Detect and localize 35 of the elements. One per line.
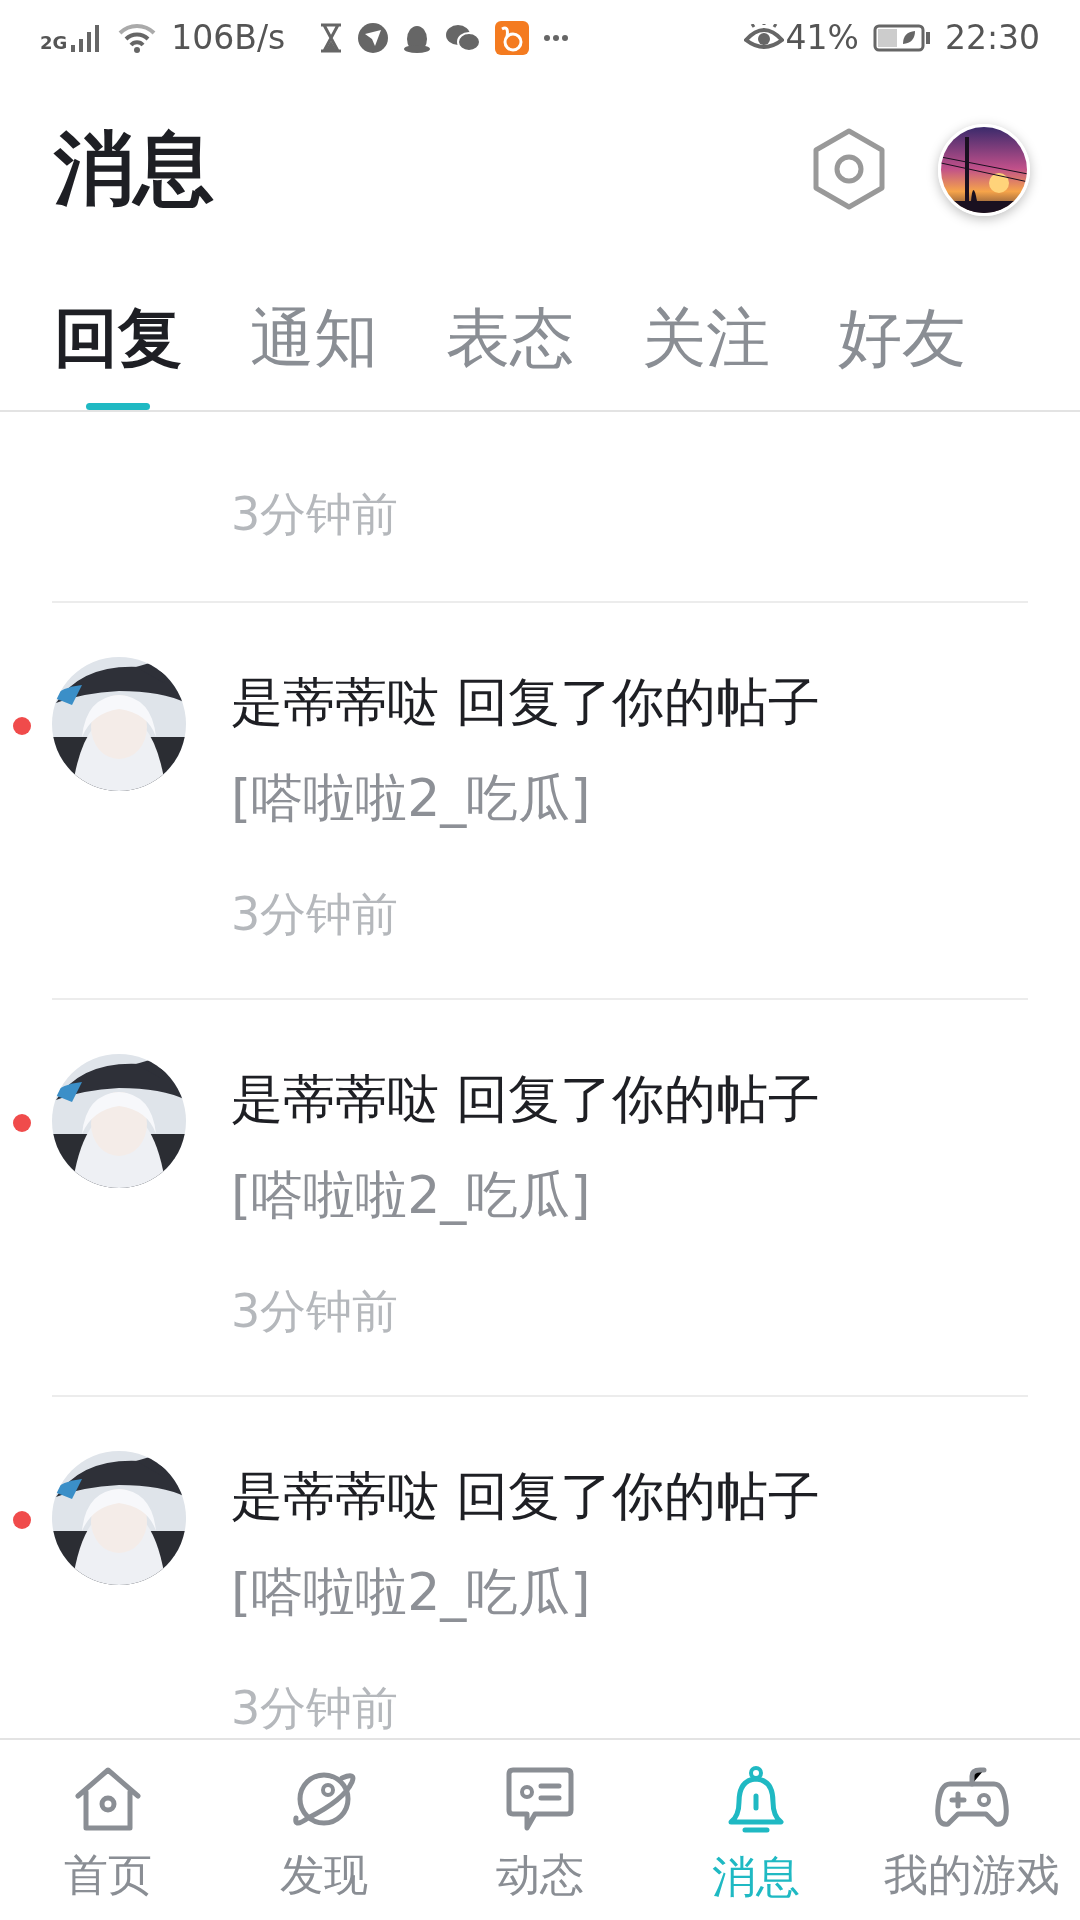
message-preview: [嗒啦啦2_吃瓜] (231, 767, 592, 830)
message-item[interactable]: 是蒂蒂哒 回复了你的帖子 [嗒啦啦2_吃瓜] 3分钟前 (52, 603, 1028, 1000)
message-time: 3分钟前 (231, 886, 400, 943)
message-preview: [嗒啦啦2_吃瓜] (231, 1561, 592, 1624)
nav-tab[interactable]: 首页 (0, 1740, 216, 1920)
tab[interactable]: 表态 (446, 265, 574, 410)
battery-percent: 41% (785, 18, 859, 57)
tab[interactable]: 回复 (54, 265, 182, 410)
tab[interactable]: 关注 (642, 265, 770, 410)
message-preview: [嗒啦啦2_吃瓜] (231, 1164, 592, 1227)
message-time: 3分钟前 (231, 1680, 400, 1737)
nav-tab[interactable]: 动态 (432, 1740, 648, 1920)
nav-tab[interactable]: 发现 (216, 1740, 432, 1920)
network-type: 2G (40, 32, 68, 53)
message-title: 是蒂蒂哒 回复了你的帖子 (231, 1465, 820, 1528)
network-speed: 106B/s (171, 18, 286, 57)
hourglass-icon (319, 22, 344, 53)
message-title: 是蒂蒂哒 回复了你的帖子 (231, 671, 820, 734)
more-icon (543, 33, 570, 42)
nav-tab[interactable]: 我的游戏 (864, 1740, 1080, 1920)
home-icon (72, 1766, 144, 1832)
message-card-icon (505, 1766, 575, 1832)
tab[interactable]: 通知 (250, 265, 378, 410)
page-title: 消息 (54, 121, 214, 217)
chat-icon (445, 22, 482, 53)
battery-icon (872, 23, 931, 52)
message-title: 是蒂蒂哒 回复了你的帖子 (231, 1068, 820, 1131)
message-time: 3分钟前 (231, 1283, 400, 1340)
message-item[interactable]: 是蒂蒂哒 回复了你的帖子 [嗒啦啦2_吃瓜] 3分钟前 (52, 1000, 1028, 1397)
message-time: 3分钟前 (231, 486, 399, 543)
nav-tab[interactable]: 消息 (648, 1740, 864, 1920)
clock: 22:30 (944, 18, 1040, 57)
eye-icon (743, 23, 784, 52)
wifi-icon (117, 22, 158, 53)
tab[interactable]: 好友 (838, 265, 966, 410)
